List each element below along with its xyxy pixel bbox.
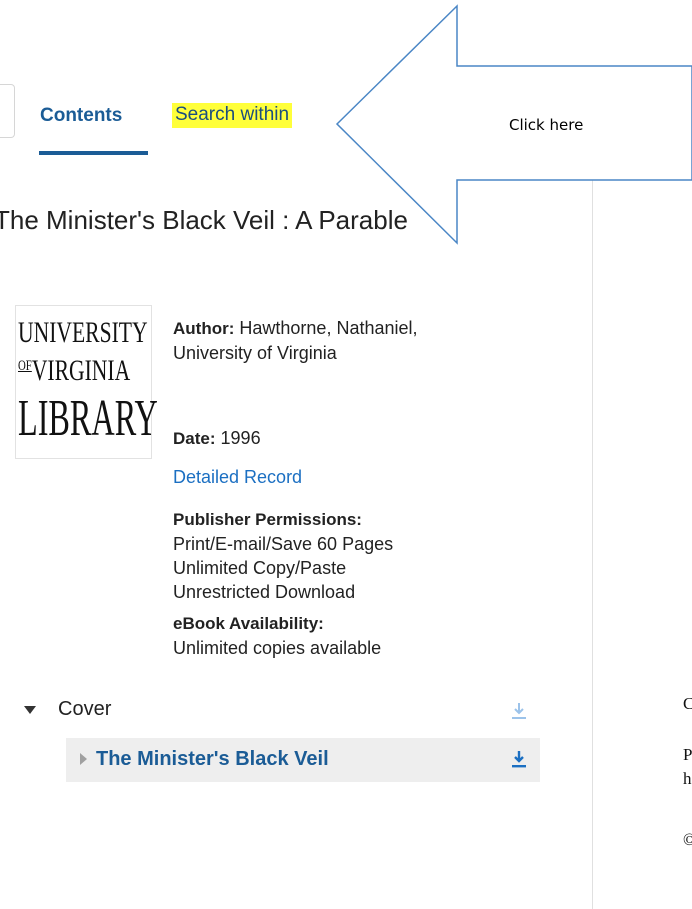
date-info: Date: 1996	[173, 426, 493, 451]
logo-line-university: UNIVERSITY	[18, 316, 148, 349]
author-info: Author: Hawthorne, Nathaniel, University…	[173, 316, 493, 365]
book-title: The Minister's Black Veil : A Parable	[0, 205, 408, 235]
tab-contents[interactable]: Contents	[40, 105, 122, 127]
date-value: 1996	[220, 428, 261, 448]
toc-item-chapter[interactable]: The Minister's Black Veil	[66, 738, 540, 782]
right-panel-text-fragment: C	[683, 694, 692, 713]
toc-item-label[interactable]: The Minister's Black Veil	[96, 748, 329, 771]
toc-item-cover[interactable]: Cover	[24, 694, 540, 730]
publisher-permissions: Publisher Permissions: Print/E-mail/Save…	[173, 508, 493, 604]
university-of-virginia-library-logo: UNIVERSITY OFVIRGINIA LIBRARY	[15, 305, 158, 459]
availability-label: eBook Availability:	[173, 614, 324, 633]
right-panel-text-fragment: h	[683, 769, 692, 788]
permissions-label: Publisher Permissions:	[173, 510, 362, 529]
triangle-down-icon[interactable]	[24, 706, 36, 714]
author-label: Author:	[173, 319, 235, 338]
logo-of: OF	[18, 358, 32, 374]
toc-item-label: Cover	[58, 698, 112, 720]
permission-item: Unrestricted Download	[173, 582, 356, 602]
logo-line-virginia: OFVIRGINIA	[18, 354, 130, 388]
triangle-right-icon[interactable]	[80, 753, 87, 765]
active-tab-indicator	[39, 151, 148, 155]
download-icon[interactable]	[511, 702, 527, 720]
ebook-availability: eBook Availability: Unlimited copies ava…	[173, 612, 493, 660]
permission-item: Print/E-mail/Save 60 Pages	[173, 534, 394, 554]
previous-panel-tab[interactable]	[0, 84, 15, 138]
detailed-record-link[interactable]: Detailed Record	[173, 465, 493, 489]
download-icon[interactable]	[511, 750, 527, 768]
date-label: Date:	[173, 429, 216, 448]
panel-divider	[592, 166, 593, 909]
logo-virginia: VIRGINIA	[31, 354, 131, 387]
right-panel-text-fragment: ©	[683, 830, 692, 849]
right-panel-text-fragment: P	[683, 745, 692, 764]
availability-value: Unlimited copies available	[173, 638, 382, 658]
logo-line-library: LIBRARY	[18, 390, 158, 447]
callout-text: Click here	[509, 116, 584, 134]
permission-item: Unlimited Copy/Paste	[173, 558, 347, 578]
tab-search-within[interactable]: Search within	[172, 103, 293, 128]
